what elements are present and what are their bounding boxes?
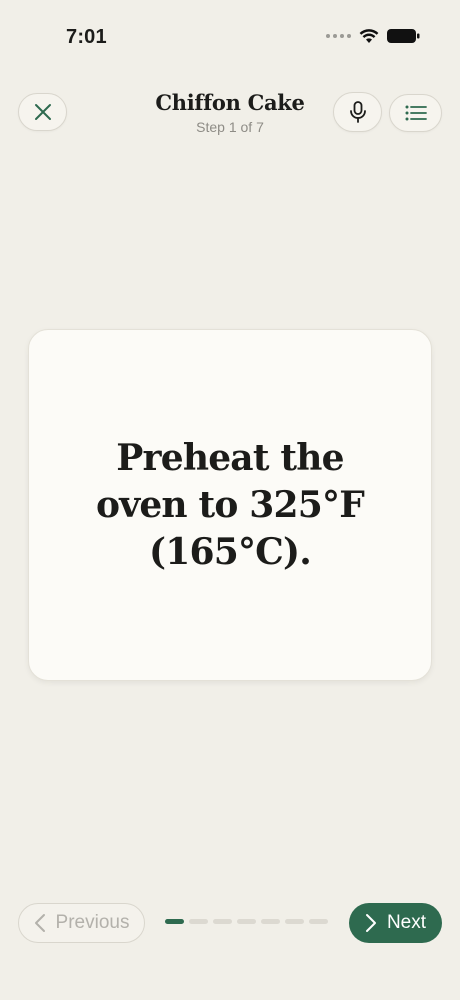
step-progress [165, 919, 328, 924]
previous-label: Previous [55, 912, 130, 933]
chevron-right-icon [365, 914, 376, 932]
wifi-icon [359, 29, 379, 43]
signal-dots-icon [326, 34, 351, 38]
progress-segment [213, 919, 232, 924]
status-icons [326, 28, 420, 44]
next-button[interactable]: Next [349, 903, 442, 943]
status-time: 7:01 [66, 26, 107, 48]
battery-icon [387, 29, 420, 43]
list-icon [405, 105, 427, 121]
step-card: Preheat the oven to 325°F (165°C). [28, 329, 432, 681]
status-bar: 7:01 [0, 0, 460, 60]
progress-segment [261, 919, 280, 924]
progress-segment [309, 919, 328, 924]
step-instruction: Preheat the oven to 325°F (165°C). [95, 436, 365, 573]
chevron-left-icon [34, 914, 45, 932]
voice-button[interactable] [333, 92, 382, 132]
previous-button[interactable]: Previous [18, 903, 145, 943]
progress-segment [237, 919, 256, 924]
microphone-icon [349, 101, 366, 123]
ingredients-list-button[interactable] [389, 94, 442, 132]
progress-segment [165, 919, 184, 924]
progress-segment [189, 919, 208, 924]
next-label: Next [386, 912, 427, 933]
progress-segment [285, 919, 304, 924]
